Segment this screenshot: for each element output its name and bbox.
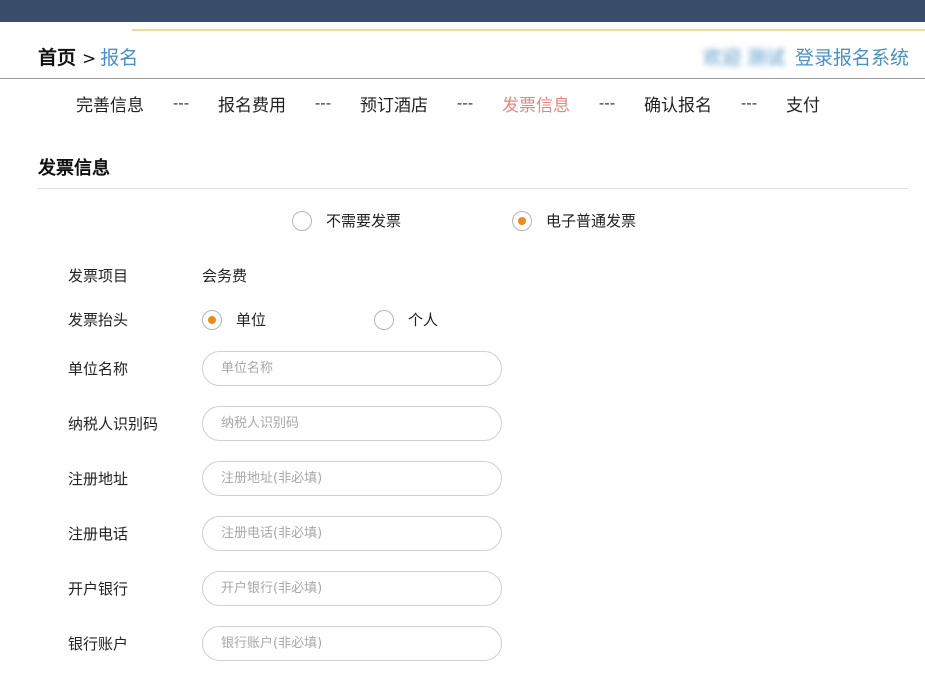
step-confirm-registration[interactable]: 确认报名 [644,91,712,116]
invoice-item-label: 发票项目 [68,267,129,285]
option-e-invoice-label: 电子普通发票 [546,212,637,230]
top-bar [0,0,925,22]
taxpayer-id-input[interactable] [202,406,502,441]
accent-line [132,29,925,31]
step-separator: --- [314,94,332,112]
option-no-invoice-label: 不需要发票 [326,212,402,230]
bank-name-label: 开户银行 [68,580,129,598]
invoice-header-label: 发票抬头 [68,311,129,329]
bank-account-input[interactable] [202,626,502,661]
radio-company[interactable] [202,309,222,330]
breadcrumb-home-link[interactable]: 首页 [38,47,76,69]
breadcrumb: 首页 > 报名 [38,44,138,73]
company-name-label: 单位名称 [68,360,129,378]
login-system-link[interactable]: 登录报名系统 [795,47,909,69]
step-separator: --- [598,94,616,112]
breadcrumb-separator: > [82,49,97,69]
breadcrumb-current[interactable]: 报名 [100,47,138,69]
radio-personal[interactable] [374,309,394,330]
step-hotel-booking[interactable]: 预订酒店 [360,91,428,116]
company-name-input[interactable] [202,351,502,386]
welcome-text: 欢迎 测试 [702,47,785,69]
step-separator: --- [172,94,190,112]
section-divider [38,188,908,189]
bank-account-label: 银行账户 [68,635,129,653]
registered-phone-label: 注册电话 [68,525,129,543]
registered-address-input[interactable] [202,461,502,496]
option-e-invoice[interactable]: 电子普通发票 [512,210,636,231]
user-area: 欢迎 测试 登录报名系统 [703,44,909,72]
step-registration-fee[interactable]: 报名费用 [218,91,286,116]
step-separator: --- [740,94,758,112]
step-separator: --- [456,94,474,112]
radio-e-invoice[interactable] [512,210,532,231]
bank-name-input[interactable] [202,571,502,606]
option-personal[interactable]: 个人 [374,309,438,330]
option-no-invoice[interactable]: 不需要发票 [292,210,401,231]
radio-no-invoice[interactable] [292,210,312,231]
registered-address-label: 注册地址 [68,470,129,488]
step-complete-info[interactable]: 完善信息 [76,91,144,116]
progress-steps: 完善信息 --- 报名费用 --- 预订酒店 --- 发票信息 --- 确认报名… [76,89,820,117]
option-personal-label: 个人 [408,311,439,329]
registered-phone-input[interactable] [202,516,502,551]
header-divider [0,78,925,79]
option-company[interactable]: 单位 [202,309,266,330]
step-invoice-info[interactable]: 发票信息 [502,91,570,116]
step-payment[interactable]: 支付 [786,91,820,116]
section-title: 发票信息 [38,158,110,179]
option-company-label: 单位 [236,311,267,329]
invoice-item-value: 会务费 [202,267,248,285]
taxpayer-id-label: 纳税人识别码 [68,415,159,433]
